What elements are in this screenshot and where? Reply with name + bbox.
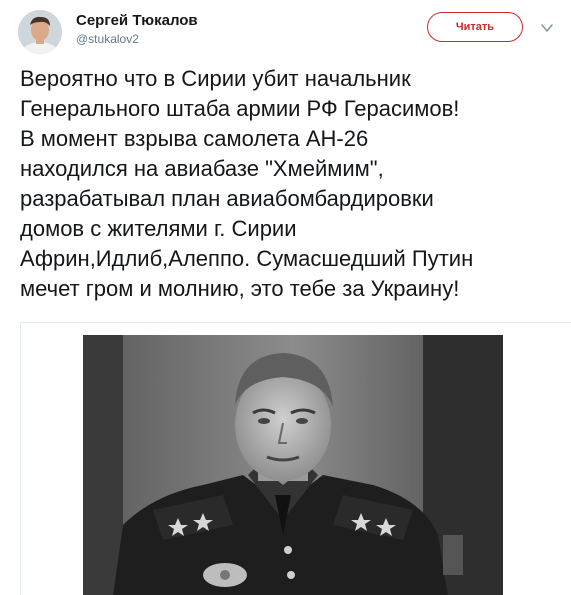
follow-button[interactable]: Читать <box>427 12 523 42</box>
photo-military-officer-icon <box>83 335 503 595</box>
chevron-down-icon[interactable] <box>540 22 554 34</box>
tweet-text-line: находился на авиабазе "Хмеймим", <box>20 156 384 181</box>
user-avatar-photo-icon <box>18 10 62 54</box>
tweet-text-line: разрабатывал план авиабомбардировки <box>20 186 434 211</box>
tweet-text-line: домов с жителями г. Сирии <box>20 216 297 241</box>
author-username[interactable]: @stukalov2 <box>76 32 139 46</box>
tweet-text-line: мечет гром и молнию, это тебе за Украину… <box>20 276 460 301</box>
tweet-text-line: Генерального штаба армии РФ Герасимов! <box>20 96 460 121</box>
media-photo[interactable] <box>83 335 503 595</box>
author-avatar[interactable] <box>18 10 62 54</box>
author-display-name[interactable]: Сергей Тюкалов <box>76 12 198 29</box>
tweet-text-line: Африн,Идлиб,Алеппо. Сумасшедший Путин <box>20 246 474 271</box>
tweet-header: Сергей Тюкалов @stukalov2 Читать <box>0 0 571 64</box>
tweet-media[interactable] <box>20 322 571 595</box>
tweet-text-line: Вероятно что в Сирии убит начальник <box>20 66 411 91</box>
tweet-text: Вероятно что в Сирии убит начальник Гене… <box>20 64 565 304</box>
tweet-text-line: В момент взрыва самолета АН-26 <box>20 126 369 151</box>
